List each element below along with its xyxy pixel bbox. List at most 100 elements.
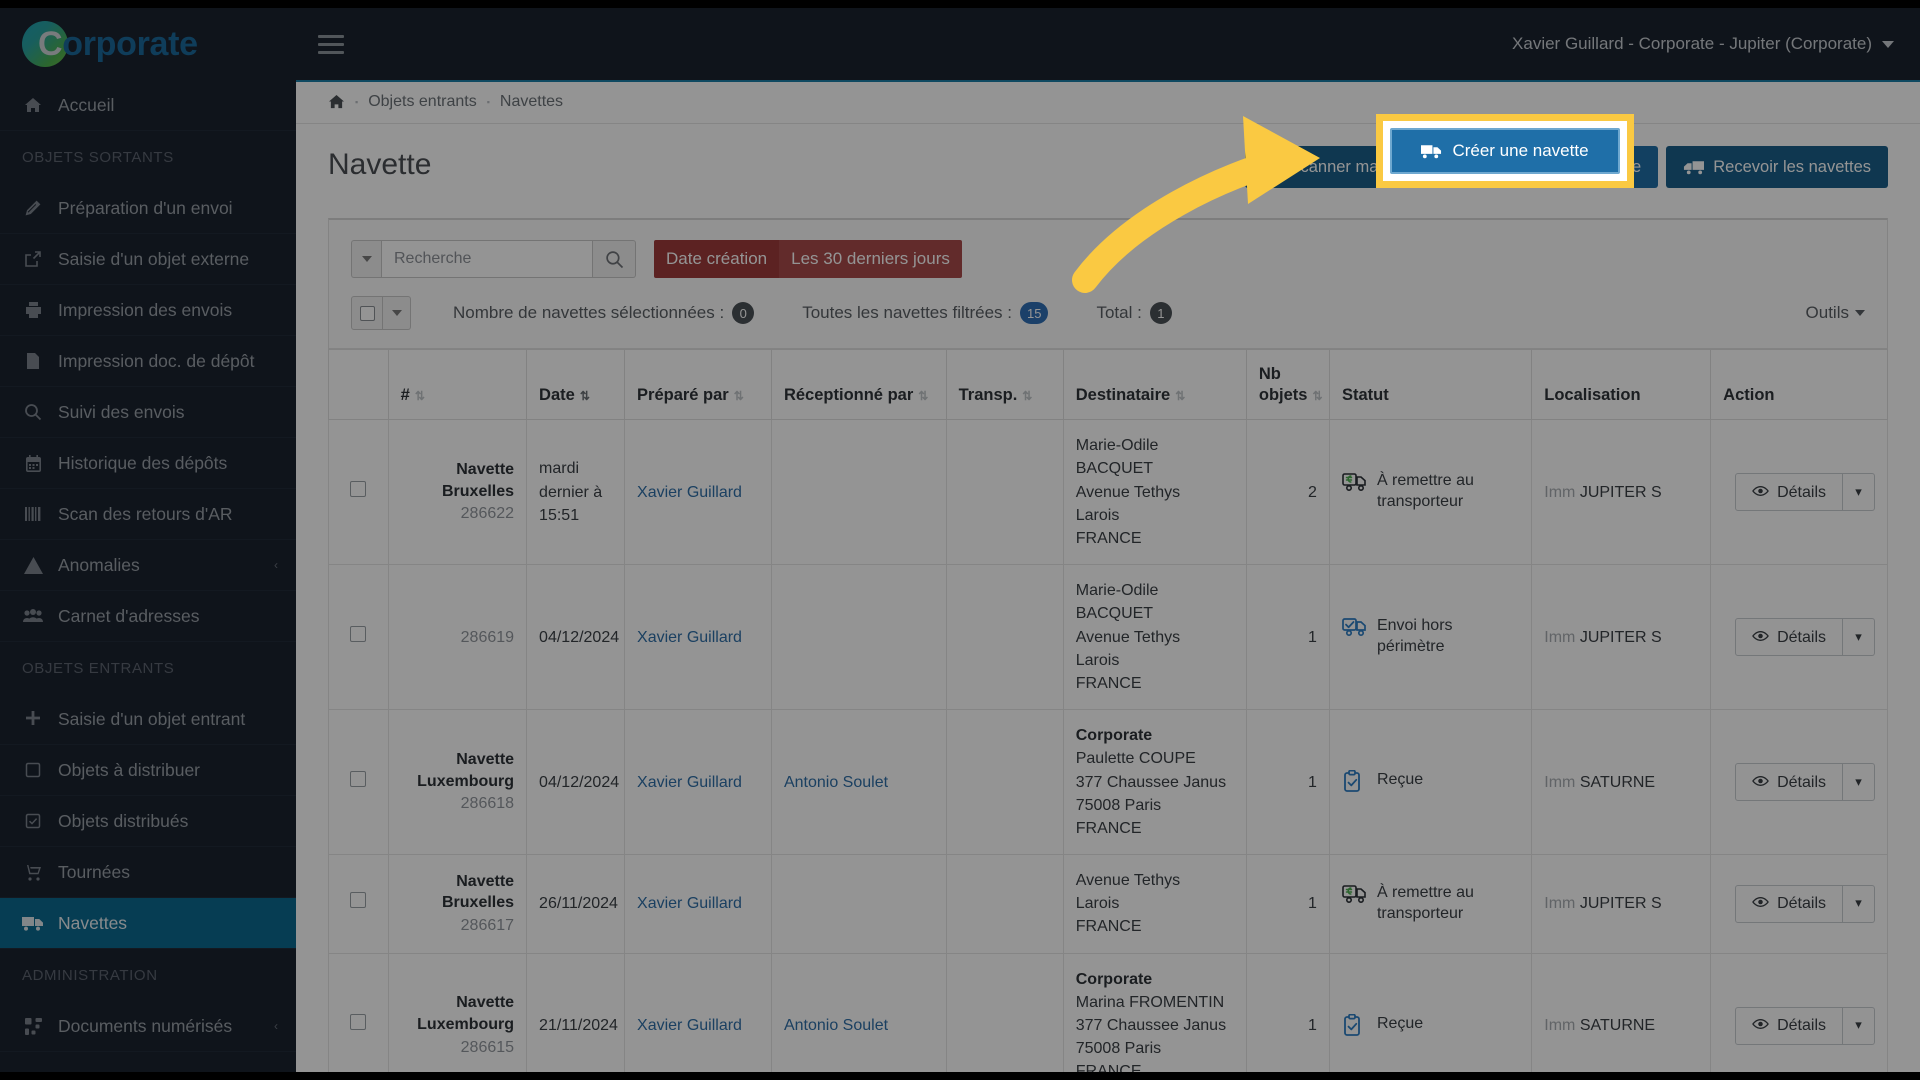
navette-id: 286617 [460, 916, 515, 934]
th-date[interactable]: Date ⇅ [526, 348, 626, 421]
received-by-link[interactable]: Antonio Soulet [784, 1017, 888, 1034]
sidebar-item-impression-envois[interactable]: Impression des envois [0, 285, 296, 336]
sidebar-item-saisie-objet-entrant[interactable]: Saisie d'un objet entrant [0, 694, 296, 745]
select-all-checkbox[interactable] [351, 296, 383, 330]
prepared-by-link[interactable]: Xavier Guillard [637, 895, 742, 912]
home-icon[interactable] [328, 94, 345, 109]
row-checkbox-cell [328, 952, 389, 1072]
table-row[interactable]: Navette Luxembourg 286618 04/12/2024 Xavier … [328, 709, 1888, 856]
selected-count: Nombre de navettes sélectionnées : 0 [453, 302, 755, 324]
th-transporteur[interactable]: Transp. ⇅ [945, 348, 1064, 421]
navette-name: Navette Bruxelles [442, 872, 515, 912]
sidebar-item-saisie-objet-externe[interactable]: Saisie d'un objet externe [0, 234, 296, 285]
search-button[interactable] [593, 240, 636, 278]
row-checkbox-cell [328, 419, 389, 566]
cell-received-by [770, 419, 947, 566]
eye-icon [1752, 771, 1769, 794]
row-checkbox-cell [328, 564, 389, 711]
details-button[interactable]: Détails [1735, 473, 1843, 512]
sidebar-item-objets-a-distribuer[interactable]: Objets à distribuer [0, 745, 296, 796]
receive-navettes-button[interactable]: Recevoir les navettes [1666, 146, 1888, 188]
sidebar-item-accueil[interactable]: Accueil [0, 80, 296, 131]
date-filter-value: Les 30 derniers jours [779, 240, 962, 278]
plus-icon [22, 709, 44, 729]
sidebar-item-impression-doc-depot[interactable]: Impression doc. de dépôt [0, 336, 296, 387]
sidebar-item-suivi-envois[interactable]: Suivi des envois [0, 387, 296, 438]
prepared-by-link[interactable]: Xavier Guillard [637, 774, 742, 791]
th-numero[interactable]: # ⇅ [387, 348, 528, 421]
sidebar-item-navettes[interactable]: Navettes [0, 898, 296, 949]
row-checkbox[interactable] [350, 480, 367, 497]
details-dropdown-toggle[interactable]: ▾ [1843, 763, 1875, 802]
row-checkbox[interactable] [350, 1014, 367, 1030]
cell-prepared-by: Xavier Guillard [624, 952, 772, 1072]
sidebar-item-anomalies[interactable]: Anomalies ‹ [0, 540, 296, 591]
sidebar-item-preparation-envoi[interactable]: Préparation d'un envoi [0, 183, 296, 234]
cell-transporter [945, 709, 1064, 856]
destinataire-line: FRANCE [1075, 819, 1142, 837]
received-by-link[interactable]: Antonio Soulet [784, 774, 888, 791]
th-nb-objets[interactable]: Nb objets ⇅ [1245, 348, 1330, 421]
table-row[interactable]: Navette Luxembourg 286615 21/11/2024 Xavier … [328, 952, 1888, 1072]
cell-transporter [945, 419, 1064, 566]
sidebar-item-documents-numerises[interactable]: Documents numérisés ‹ [0, 1001, 296, 1052]
th-destinataire[interactable]: Destinataire ⇅ [1062, 348, 1247, 421]
row-checkbox[interactable] [350, 625, 367, 642]
table-row[interactable]: Navette Bruxelles 286617 26/11/2024 Xavier G… [328, 854, 1888, 954]
details-dropdown-toggle[interactable]: ▾ [1843, 618, 1875, 657]
cell-action: Détails ▾ [1710, 709, 1888, 856]
printer-icon [22, 300, 44, 320]
row-checkbox[interactable] [350, 770, 367, 787]
highlighted-create-navette-button[interactable]: Créer une navette [1390, 128, 1620, 174]
location-prefix: Imm [1544, 628, 1576, 646]
sidebar-item-carnet-adresses[interactable]: Carnet d'adresses [0, 591, 296, 642]
details-dropdown-toggle[interactable]: ▾ [1843, 473, 1875, 512]
sidebar-item-tournees[interactable]: Tournées [0, 847, 296, 898]
prepared-by-link[interactable]: Xavier Guillard [637, 629, 742, 646]
sidebar-item-objets-distribues[interactable]: Objets distribués [0, 796, 296, 847]
tools-dropdown[interactable]: Outils [1806, 303, 1865, 323]
th-prepare-par[interactable]: Préparé par ⇅ [624, 348, 772, 421]
details-button[interactable]: Détails [1735, 763, 1843, 802]
clipboard-check-icon [1342, 1013, 1368, 1038]
brand-logo[interactable]: Corporate [0, 8, 296, 80]
breadcrumb-item-navettes[interactable]: Navettes [500, 93, 563, 111]
table-row[interactable]: 286619 04/12/2024 Xavier Guillard Marie-Odi… [328, 564, 1888, 711]
details-dropdown-toggle[interactable]: ▾ [1843, 884, 1875, 923]
status-label: Reçue [1376, 1014, 1424, 1032]
search-input[interactable] [381, 240, 593, 278]
details-button[interactable]: Détails [1735, 618, 1843, 657]
cell-localisation: Imm JUPITER S [1531, 854, 1712, 954]
sidebar-item-label: Suivi des envois [58, 401, 185, 422]
user-menu[interactable]: Xavier Guillard - Corporate - Jupiter (C… [1512, 34, 1920, 54]
receive-navettes-label: Recevoir les navettes [1713, 157, 1871, 176]
details-button[interactable]: Détails [1735, 1006, 1843, 1045]
prepared-by-link[interactable]: Xavier Guillard [637, 1017, 742, 1034]
date-filter-chip[interactable]: Date création Les 30 derniers jours [654, 240, 962, 278]
search-scope-dropdown[interactable] [351, 240, 381, 278]
destinataire-line: Larois [1075, 651, 1120, 669]
table-row[interactable]: Navette Bruxelles 286622 mardi dernier à 15… [328, 419, 1888, 566]
hamburger-icon[interactable] [318, 34, 344, 54]
navette-name: Navette Luxembourg [417, 750, 515, 790]
breadcrumb-item-objets-entrants[interactable]: Objets entrants [368, 93, 477, 111]
cell-statut: Envoi hors périmètre [1328, 564, 1533, 711]
user-menu-label: Xavier Guillard - Corporate - Jupiter (C… [1512, 34, 1872, 53]
th-receptionne-par[interactable]: Réceptionné par ⇅ [770, 348, 947, 421]
row-checkbox[interactable] [350, 892, 367, 909]
sidebar-item-scan-retours-ar[interactable]: Scan des retours d'AR [0, 489, 296, 540]
destinataire-line: Larois [1075, 895, 1120, 913]
counts-row: Nombre de navettes sélectionnées : 0 Tou… [329, 284, 1887, 348]
check-square-icon [22, 811, 44, 831]
eye-icon [1752, 892, 1769, 915]
logo-letter-c: C [38, 24, 63, 63]
sidebar-item-historique-depots[interactable]: Historique des dépôts [0, 438, 296, 489]
grid-icon [22, 1016, 44, 1036]
sort-icon: ⇅ [733, 388, 744, 403]
select-all-dropdown[interactable] [383, 296, 411, 330]
prepared-by-link[interactable]: Xavier Guillard [637, 484, 742, 501]
location-prefix: Imm [1544, 773, 1576, 791]
details-dropdown-toggle[interactable]: ▾ [1843, 1006, 1875, 1045]
sidebar-group-title-2: ADMINISTRATION [22, 966, 158, 984]
details-button[interactable]: Détails [1735, 884, 1843, 923]
